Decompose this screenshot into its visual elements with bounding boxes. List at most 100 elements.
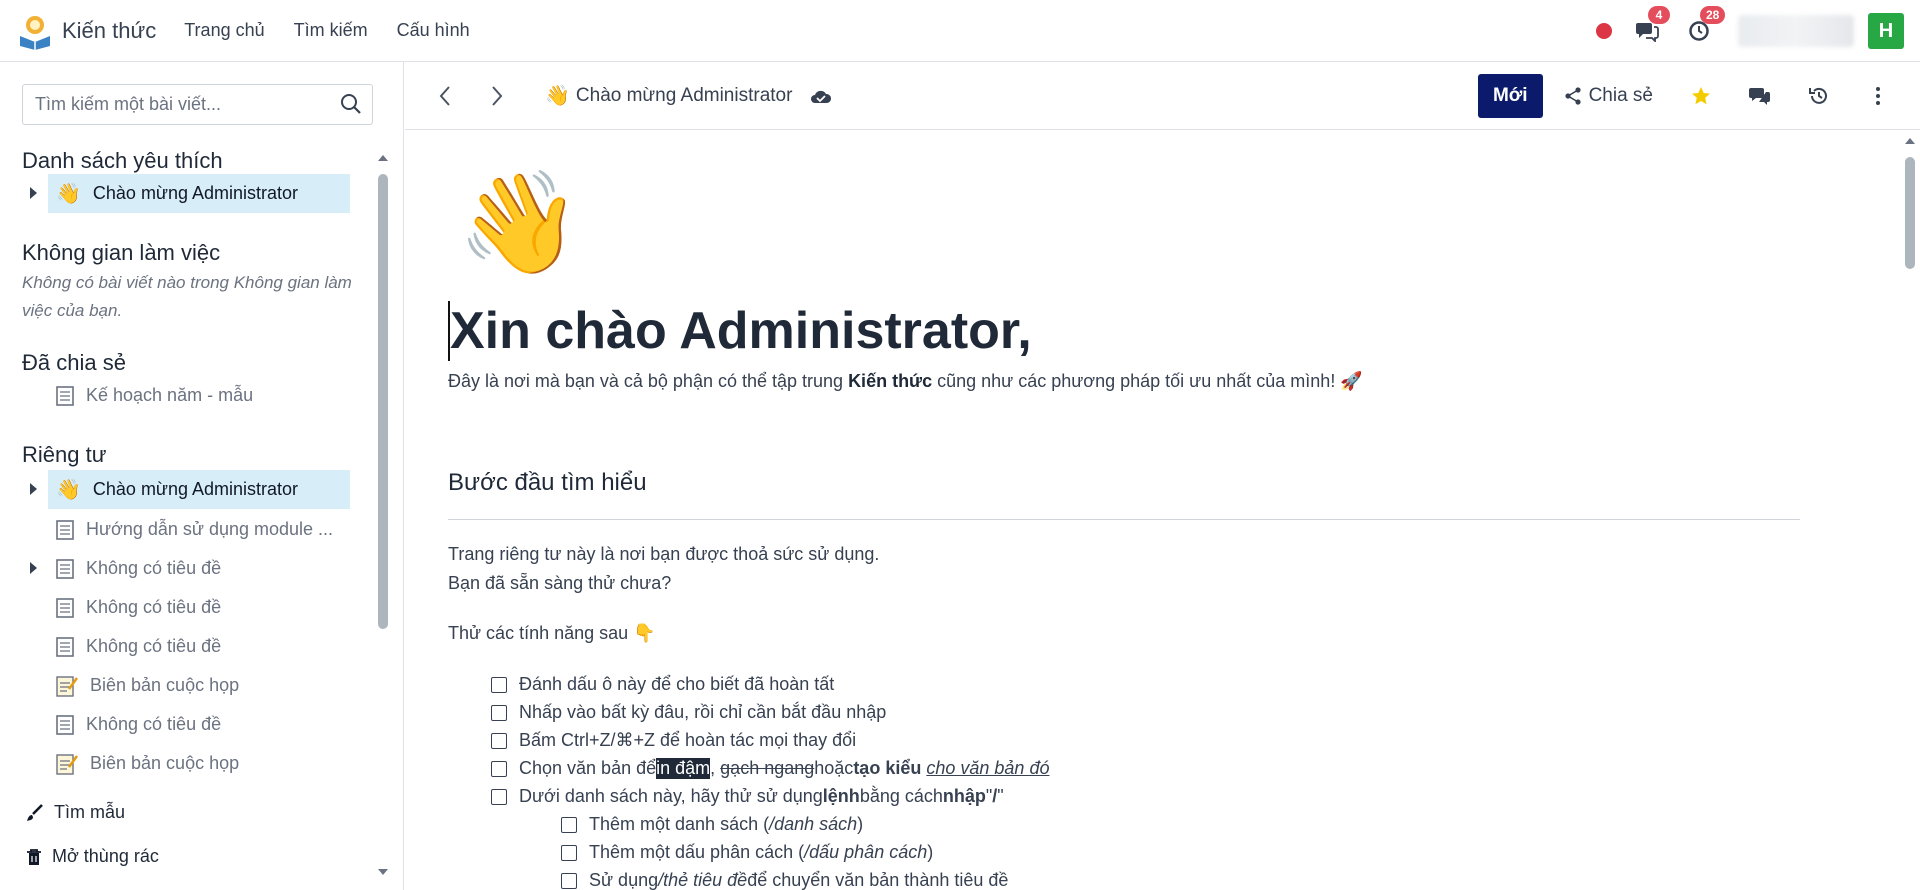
private-item-module-guide[interactable]: Hướng dẫn sử dụng module ... bbox=[28, 510, 350, 549]
checklist-text: Sử dụng bbox=[589, 870, 659, 890]
document-icon bbox=[56, 636, 74, 657]
article-body[interactable]: 👋 Xin chào Administrator, Đây là nơi mà … bbox=[405, 131, 1900, 890]
private-item-label: Chào mừng Administrator bbox=[92, 479, 299, 499]
checklist-item[interactable]: Dưới danh sách này, hãy thử sử dụng lệnh… bbox=[491, 786, 1004, 807]
checklist-item[interactable]: Bấm Ctrl+Z/⌘+Z để hoàn tác mọi thay đổi bbox=[491, 730, 856, 751]
search-icon[interactable] bbox=[340, 93, 362, 115]
private-item-untitled[interactable]: Không có tiêu đề bbox=[28, 588, 350, 627]
share-icon bbox=[1564, 87, 1581, 105]
document-icon bbox=[56, 519, 74, 540]
expand-caret-icon[interactable] bbox=[30, 187, 37, 199]
private-item-label: Không có tiêu đề bbox=[86, 597, 222, 617]
italic-text: /dấu phân cách bbox=[804, 842, 928, 862]
favorite-item[interactable]: 👋 Chào mừng Administrator bbox=[48, 174, 350, 213]
paintbrush-icon bbox=[27, 803, 43, 821]
scroll-up-icon[interactable] bbox=[377, 154, 389, 162]
strikethrough-text: gạch ngang bbox=[720, 758, 815, 778]
scroll-up-icon[interactable] bbox=[1904, 137, 1916, 145]
trash-icon bbox=[27, 848, 41, 865]
workspace-title: Không gian làm việc bbox=[22, 240, 221, 265]
paragraph[interactable]: Trang riêng tư này là nơi bạn được thoả … bbox=[448, 544, 879, 565]
intro-text-end: cũng như các phương pháp tối ưu nhất của… bbox=[932, 371, 1363, 391]
private-item-untitled[interactable]: Không có tiêu đề bbox=[28, 627, 350, 666]
templates-link[interactable]: Tìm mẫu bbox=[26, 802, 125, 823]
checkbox[interactable] bbox=[491, 760, 507, 777]
checkbox[interactable] bbox=[491, 704, 507, 721]
checkbox[interactable] bbox=[561, 816, 577, 833]
expand-caret-icon[interactable] bbox=[30, 562, 37, 574]
private-item-untitled[interactable]: Không có tiêu đề bbox=[28, 549, 350, 588]
checklist-item[interactable]: Đánh dấu ô này để cho biết đã hoàn tất bbox=[491, 674, 834, 695]
private-item-untitled[interactable]: Không có tiêu đề bbox=[28, 705, 350, 744]
bold-text: tạo kiểu bbox=[853, 758, 922, 778]
checkbox[interactable] bbox=[491, 732, 507, 749]
private-item-welcome[interactable]: 👋 Chào mừng Administrator bbox=[48, 470, 350, 509]
checkbox[interactable] bbox=[561, 844, 577, 861]
article-waving-hand-icon[interactable]: 👋 bbox=[457, 163, 582, 283]
activities-button[interactable]: 28 bbox=[1686, 6, 1726, 44]
trash-label: Mở thùng rác bbox=[52, 846, 159, 866]
section-divider bbox=[448, 519, 1800, 520]
italic-text: /thẻ tiêu đề bbox=[658, 870, 748, 890]
messages-button[interactable]: 4 bbox=[1634, 6, 1670, 44]
menu-search[interactable]: Tìm kiếm bbox=[294, 20, 368, 41]
kebab-menu-icon bbox=[1876, 87, 1880, 105]
checkbox[interactable] bbox=[491, 788, 507, 805]
sidebar-scroll-thumb[interactable] bbox=[378, 174, 388, 629]
scroll-down-icon[interactable] bbox=[377, 868, 389, 876]
article-scrollbar[interactable] bbox=[1900, 131, 1920, 890]
checkbox[interactable] bbox=[491, 676, 507, 693]
checklist-item[interactable]: Nhấp vào bất kỳ đâu, rồi chỉ cần bắt đầu… bbox=[491, 702, 886, 723]
checklist-subitem[interactable]: Thêm một dấu phân cách (/dấu phân cách) bbox=[561, 842, 933, 863]
trash-link[interactable]: Mở thùng rác bbox=[26, 846, 159, 867]
waving-hand-icon: 👋 bbox=[545, 85, 570, 107]
sidebar-scrollbar[interactable] bbox=[376, 152, 390, 882]
shared-item[interactable]: Kế hoạch năm - mẫu bbox=[28, 376, 350, 415]
article-heading[interactable]: Xin chào Administrator, bbox=[448, 301, 1032, 361]
user-avatar[interactable]: H bbox=[1868, 13, 1904, 49]
forward-button[interactable] bbox=[485, 84, 509, 108]
systray: 4 28 H bbox=[1596, 0, 1920, 62]
checklist-subitem[interactable]: Sử dụng /thẻ tiêu đề để chuyển văn bản t… bbox=[561, 870, 1008, 890]
checkbox[interactable] bbox=[561, 872, 577, 889]
paragraph[interactable]: Thử các tính năng sau 👇 bbox=[448, 623, 656, 644]
app-brand[interactable]: Kiến thức bbox=[16, 12, 156, 50]
menu-config[interactable]: Cấu hình bbox=[397, 20, 470, 41]
checklist-text: Đánh dấu ô này để cho biết đã hoàn tất bbox=[519, 674, 835, 694]
paragraph[interactable]: Bạn đã sẵn sàng thử chưa? bbox=[448, 573, 671, 594]
recording-dot-icon[interactable] bbox=[1596, 23, 1612, 39]
intro-bold: Kiến thức bbox=[848, 371, 933, 391]
share-button[interactable]: Chia sẻ bbox=[1564, 85, 1653, 107]
private-item-label: Biên bản cuộc họp bbox=[90, 753, 240, 773]
menu-home[interactable]: Trang chủ bbox=[184, 20, 264, 41]
section-heading[interactable]: Bước đầu tìm hiểu bbox=[448, 469, 647, 497]
selected-text: in đậm bbox=[656, 758, 711, 779]
waving-hand-icon: 👋 bbox=[56, 183, 81, 205]
article-search-input[interactable]: Tìm kiếm một bài viết... bbox=[22, 84, 373, 125]
checklist-text: ) bbox=[927, 842, 934, 862]
italic-text: /danh sách bbox=[769, 814, 858, 834]
activities-badge: 28 bbox=[1700, 6, 1726, 24]
article-breadcrumb[interactable]: 👋 Chào mừng Administrator bbox=[545, 83, 832, 108]
history-button[interactable] bbox=[1807, 84, 1831, 108]
checklist-subitem[interactable]: Thêm một danh sách (/danh sách) bbox=[561, 814, 863, 835]
new-article-button[interactable]: Mới bbox=[1477, 74, 1543, 118]
italic-underline-text: cho văn bản đó bbox=[926, 758, 1050, 778]
checklist-item[interactable]: Chọn văn bản để in đậm, gạch ngang hoặc … bbox=[491, 758, 1049, 779]
back-button[interactable] bbox=[433, 84, 457, 108]
private-item-meeting-notes[interactable]: Biên bản cuộc họp bbox=[28, 666, 350, 705]
top-navbar: Kiến thức Trang chủ Tìm kiếm Cấu hình 4 … bbox=[0, 0, 1920, 62]
shared-title: Đã chia sẻ bbox=[22, 350, 126, 375]
comments-button[interactable] bbox=[1748, 84, 1772, 108]
favorite-star-button[interactable] bbox=[1689, 84, 1713, 108]
company-switcher[interactable] bbox=[1738, 15, 1854, 47]
knowledge-logo-icon bbox=[16, 12, 54, 50]
article-intro[interactable]: Đây là nơi mà bạn và cả bộ phận có thể t… bbox=[448, 371, 1363, 392]
article-scroll-thumb[interactable] bbox=[1905, 157, 1915, 269]
sidebar: Tìm kiếm một bài viết... Danh sách yêu t… bbox=[0, 62, 404, 890]
more-options-button[interactable] bbox=[1866, 84, 1890, 108]
private-item-meeting-notes[interactable]: Biên bản cuộc họp bbox=[28, 744, 350, 783]
checklist-text: bằng cách bbox=[859, 786, 943, 806]
expand-caret-icon[interactable] bbox=[30, 483, 37, 495]
checklist-text: ) bbox=[857, 814, 864, 834]
